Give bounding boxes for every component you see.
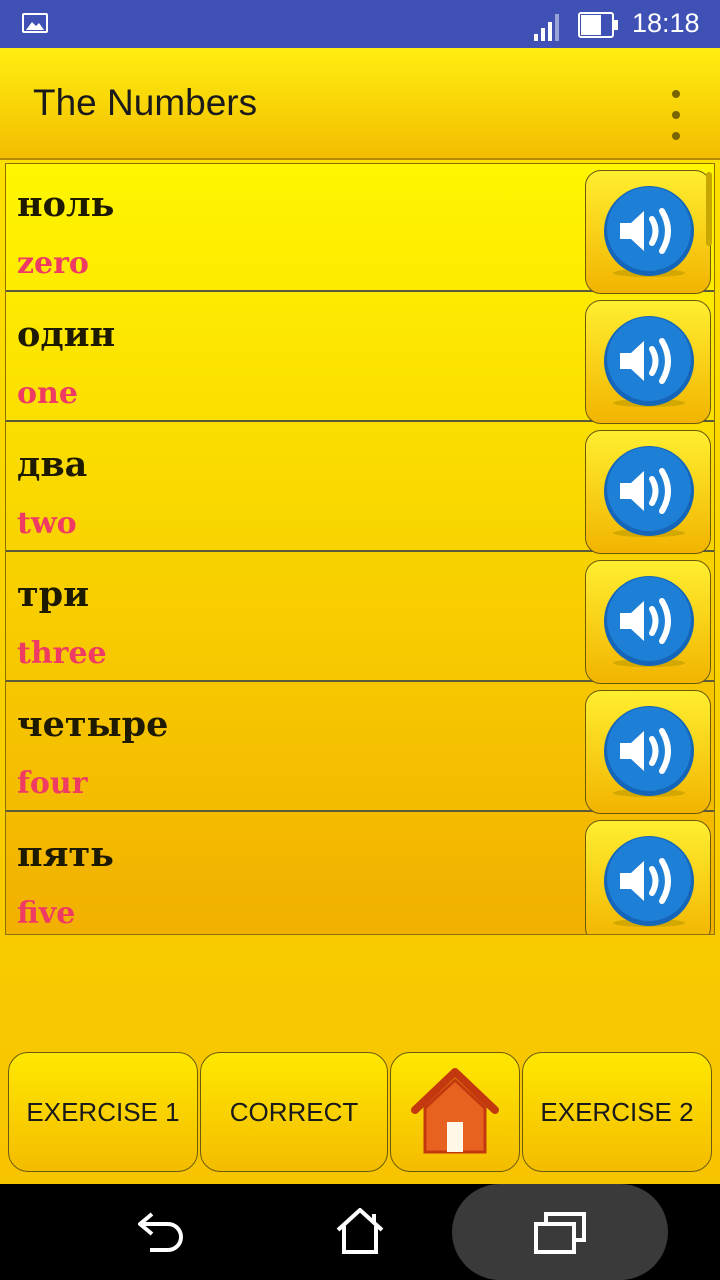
speaker-icon [604, 186, 694, 277]
overflow-menu-icon[interactable] [664, 90, 688, 140]
english-translation: one [17, 376, 78, 411]
play-sound-button[interactable] [585, 300, 711, 424]
app-bar: The Numbers [0, 48, 720, 160]
play-sound-button[interactable] [585, 430, 711, 554]
speaker-icon [604, 576, 694, 667]
russian-word: ноль [17, 184, 115, 225]
clock: 18:18 [632, 8, 700, 38]
list-item-one: один one [6, 294, 714, 424]
speaker-icon [604, 836, 694, 927]
russian-word: три [17, 574, 90, 615]
exercise-2-button[interactable]: EXERCISE 2 [522, 1052, 712, 1172]
list-item-three: три three [6, 554, 714, 684]
back-icon[interactable] [136, 1210, 186, 1254]
english-translation: three [17, 636, 107, 671]
number-list[interactable]: пять five четыре four три three два two … [5, 163, 715, 935]
russian-word: четыре [17, 704, 169, 745]
play-sound-button[interactable] [585, 690, 711, 814]
home-button[interactable] [390, 1052, 520, 1172]
english-translation: two [17, 506, 77, 541]
list-item-two: два two [6, 424, 714, 554]
list-item-four: четыре four [6, 684, 714, 814]
navigation-bar [0, 1184, 720, 1280]
speaker-icon [604, 706, 694, 797]
home-nav-icon[interactable] [334, 1206, 386, 1256]
battery-icon [578, 12, 618, 38]
russian-word: два [17, 444, 88, 485]
speaker-icon [604, 316, 694, 407]
play-sound-button[interactable] [585, 820, 711, 934]
speaker-icon [604, 446, 694, 537]
play-sound-button[interactable] [585, 170, 711, 294]
page-title: The Numbers [33, 82, 258, 123]
play-sound-button[interactable] [585, 560, 711, 684]
english-translation: five [17, 896, 76, 931]
english-translation: four [17, 766, 88, 801]
signal-icon [534, 14, 559, 41]
exercise-1-button[interactable]: EXERCISE 1 [8, 1052, 198, 1172]
scrollbar[interactable] [706, 172, 712, 246]
correct-button[interactable]: CORRECT [200, 1052, 388, 1172]
russian-word: пять [17, 834, 114, 875]
list-item-five: пять five [6, 814, 714, 934]
recent-apps-icon[interactable] [534, 1212, 588, 1254]
english-translation: zero [17, 246, 89, 281]
list-item-zero: ноль zero [6, 164, 714, 294]
russian-word: один [17, 314, 116, 355]
status-bar: 18:18 [0, 0, 720, 48]
gallery-icon [22, 13, 48, 33]
home-icon [411, 1068, 499, 1154]
